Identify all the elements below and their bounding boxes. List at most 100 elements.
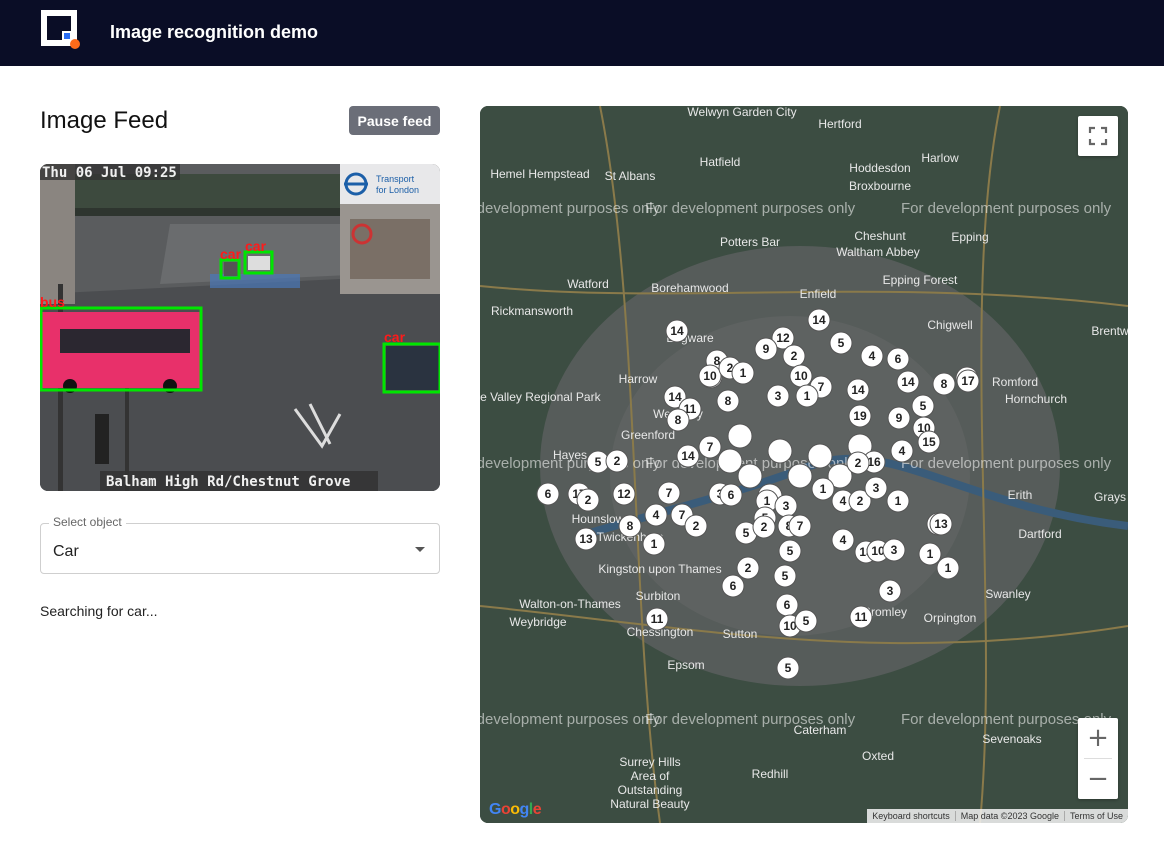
terms-of-use-link[interactable]: Terms of Use bbox=[1063, 811, 1128, 821]
map-cluster-marker[interactable]: 4 bbox=[831, 528, 855, 552]
map-cluster-marker[interactable]: 8 bbox=[932, 372, 956, 396]
map-cluster-marker[interactable]: 2 bbox=[684, 514, 708, 538]
map-cluster-marker[interactable]: 6 bbox=[536, 482, 560, 506]
map-cluster-marker[interactable]: 1 bbox=[642, 532, 666, 556]
map-cluster-marker[interactable]: 15 bbox=[917, 430, 941, 454]
map-cluster-marker[interactable]: 5 bbox=[829, 331, 853, 355]
detection-label-car: car bbox=[245, 238, 267, 254]
map-cluster-marker[interactable]: 12 bbox=[612, 482, 636, 506]
map-place-label: Weybridge bbox=[509, 615, 566, 629]
map-cluster-marker[interactable]: 6 bbox=[719, 483, 743, 507]
map-cluster-marker[interactable]: 7 bbox=[788, 514, 812, 538]
fullscreen-button[interactable] bbox=[1078, 116, 1118, 156]
map-cluster-marker[interactable]: 2 bbox=[605, 449, 629, 473]
map-place-label: Hornchurch bbox=[1005, 392, 1067, 406]
map-cluster-marker[interactable]: 2 bbox=[846, 451, 870, 475]
map-marker-count: 1 bbox=[820, 482, 827, 496]
map-cluster-marker[interactable]: 14 bbox=[846, 378, 870, 402]
map-marker-count: 12 bbox=[776, 331, 790, 345]
map-cluster-marker[interactable]: 10 bbox=[789, 364, 813, 388]
map-cluster-marker[interactable]: 14 bbox=[896, 370, 920, 394]
map-cluster-marker[interactable] bbox=[737, 463, 763, 489]
map-cluster-marker[interactable]: 8 bbox=[716, 389, 740, 413]
map-cluster-marker[interactable]: 6 bbox=[721, 574, 745, 598]
zoom-out-button[interactable]: − bbox=[1078, 759, 1118, 799]
map-cluster-marker[interactable]: 1 bbox=[886, 489, 910, 513]
map-cluster-marker[interactable]: 4 bbox=[890, 439, 914, 463]
map-cluster-marker[interactable]: 3 bbox=[774, 494, 798, 518]
map-cluster-marker[interactable] bbox=[807, 443, 833, 469]
map-cluster-marker[interactable]: 3 bbox=[878, 579, 902, 603]
map-watermark: For development purposes only bbox=[901, 455, 1112, 472]
map-cluster-marker[interactable]: 8 bbox=[618, 514, 642, 538]
map-cluster-marker[interactable]: 5 bbox=[794, 609, 818, 633]
map-cluster-marker[interactable]: 1 bbox=[918, 542, 942, 566]
map-marker-count: 3 bbox=[873, 481, 880, 495]
map-cluster-marker[interactable]: 3 bbox=[766, 384, 790, 408]
zoom-in-button[interactable]: + bbox=[1078, 718, 1118, 758]
map-cluster-marker[interactable]: 5 bbox=[911, 394, 935, 418]
map-cluster-marker[interactable]: 7 bbox=[698, 435, 722, 459]
map-cluster-marker[interactable]: 5 bbox=[778, 539, 802, 563]
map-cluster-marker[interactable] bbox=[717, 448, 743, 474]
map-cluster-marker[interactable]: 2 bbox=[782, 344, 806, 368]
map-canvas[interactable]: Welwyn Garden City Hertford Hatfield Hoddes… bbox=[480, 106, 1128, 823]
detection-label-bus: bus bbox=[40, 294, 65, 310]
map-marker-count: 6 bbox=[545, 487, 552, 501]
map-place-label: Romford bbox=[992, 375, 1038, 389]
map-cluster-marker[interactable]: 13 bbox=[574, 527, 598, 551]
object-select[interactable]: Select object Car bbox=[40, 515, 440, 574]
map-cluster-marker[interactable]: 1 bbox=[936, 556, 960, 580]
map-cluster-marker[interactable]: 1 bbox=[811, 477, 835, 501]
map-cluster-marker[interactable]: 2 bbox=[736, 556, 760, 580]
map-cluster-marker[interactable]: 14 bbox=[807, 308, 831, 332]
map-cluster-marker[interactable] bbox=[767, 438, 793, 464]
chevron-down-icon[interactable] bbox=[415, 547, 425, 552]
app-logo-icon[interactable] bbox=[40, 9, 81, 50]
map-cluster-marker[interactable]: 5 bbox=[776, 656, 800, 680]
map-cluster-marker[interactable]: 5 bbox=[773, 564, 797, 588]
map-place-label: Waltham Abbey bbox=[836, 245, 920, 259]
map-marker-count: 8 bbox=[941, 377, 948, 391]
map-marker-count: 5 bbox=[787, 544, 794, 558]
map-cluster-marker[interactable]: 6 bbox=[886, 347, 910, 371]
map-cluster-marker[interactable]: 11 bbox=[849, 605, 873, 629]
map-marker-count: 14 bbox=[851, 383, 865, 397]
map-cluster-marker[interactable]: 10 bbox=[698, 364, 722, 388]
map-marker-count: 7 bbox=[679, 508, 686, 522]
map-marker-count: 17 bbox=[961, 374, 975, 388]
map-cluster-marker[interactable]: 7 bbox=[657, 481, 681, 505]
select-value: Car bbox=[53, 543, 79, 560]
map-cluster-marker[interactable]: 8 bbox=[666, 408, 690, 432]
map-view[interactable]: Welwyn Garden City Hertford Hatfield Hoddes… bbox=[480, 106, 1128, 823]
map-place-label: Erith bbox=[1008, 488, 1033, 502]
map-cluster-marker[interactable]: 1 bbox=[795, 384, 819, 408]
map-cluster-marker[interactable] bbox=[727, 423, 753, 449]
map-cluster-marker[interactable]: 3 bbox=[882, 538, 906, 562]
map-marker-count: 9 bbox=[896, 411, 903, 425]
map-place-label: Area of bbox=[631, 769, 670, 783]
map-cluster-marker[interactable]: 1 bbox=[731, 361, 755, 385]
map-cluster-marker[interactable]: 11 bbox=[645, 607, 669, 631]
map-cluster-marker[interactable]: 9 bbox=[887, 406, 911, 430]
map-cluster-marker[interactable]: 6 bbox=[775, 593, 799, 617]
map-cluster-marker[interactable]: 2 bbox=[752, 515, 776, 539]
map-cluster-marker[interactable]: 17 bbox=[956, 369, 980, 393]
map-marker-count: 4 bbox=[653, 508, 660, 522]
map-cluster-marker[interactable]: 19 bbox=[848, 404, 872, 428]
map-marker-count: 14 bbox=[668, 390, 682, 404]
pause-feed-button[interactable]: Pause feed bbox=[349, 106, 440, 135]
map-cluster-marker[interactable]: 3 bbox=[864, 476, 888, 500]
app-title: Image recognition demo bbox=[110, 22, 319, 42]
keyboard-shortcuts-link[interactable]: Keyboard shortcuts bbox=[867, 811, 955, 821]
map-cluster-marker[interactable]: 13 bbox=[929, 512, 953, 536]
map-marker-count: 10 bbox=[794, 369, 808, 383]
map-place-label: Harlow bbox=[921, 151, 959, 165]
map-cluster-marker[interactable] bbox=[787, 463, 813, 489]
map-cluster-marker[interactable]: 14 bbox=[665, 319, 689, 343]
map-cluster-marker[interactable]: 14 bbox=[676, 444, 700, 468]
map-cluster-marker[interactable]: 4 bbox=[860, 344, 884, 368]
map-cluster-marker[interactable]: 4 bbox=[644, 503, 668, 527]
map-cluster-marker[interactable]: 9 bbox=[754, 337, 778, 361]
map-cluster-marker[interactable]: 2 bbox=[576, 488, 600, 512]
